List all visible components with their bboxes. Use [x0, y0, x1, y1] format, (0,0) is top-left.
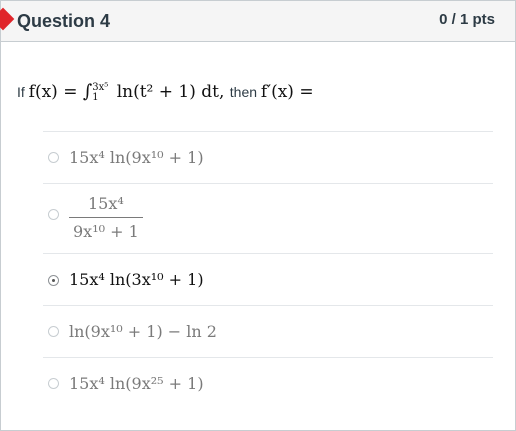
fraction-denominator: 9x¹⁰ + 1	[73, 222, 139, 241]
function-lhs: f(x) =	[28, 82, 78, 102]
answer-option-3[interactable]: 15x⁴ ln(3x¹⁰ + 1)	[43, 253, 493, 306]
question-middle: then	[229, 84, 258, 100]
question-prefix: If	[17, 84, 25, 100]
answer-radio[interactable]	[48, 209, 59, 220]
derivative-label: f′(x) =	[260, 82, 314, 102]
answer-text: ln(9x¹⁰ + 1) − ln 2	[69, 322, 217, 341]
question-header: Question 4 0 / 1 pts	[0, 1, 515, 42]
answer-option-1[interactable]: 15x⁴ ln(9x¹⁰ + 1)	[43, 131, 493, 184]
integrand: ln(t² + 1) dt,	[116, 82, 225, 102]
answer-text: 15x⁴ ln(3x¹⁰ + 1)	[69, 270, 204, 289]
fraction-numerator: 15x⁴	[69, 194, 143, 218]
answer-option-2[interactable]: 15x⁴ 9x¹⁰ + 1	[43, 183, 493, 254]
upper-limit: 3x⁵	[92, 81, 109, 93]
answer-radio[interactable]	[48, 326, 59, 337]
question-card: Question 4 0 / 1 pts If f(x) = ∫ 3x⁵ 1 ln(…	[0, 0, 516, 431]
question-math: f(x) = ∫ 3x⁵ 1 ln(t² + 1) dt,	[28, 81, 230, 103]
flag-icon[interactable]	[0, 7, 15, 31]
answer-text: 15x⁴ ln(9x²⁵ + 1)	[69, 374, 204, 393]
integral-limits: 3x⁵ 1	[92, 81, 109, 103]
question-title: Question 4	[17, 11, 111, 31]
answer-option-4[interactable]: ln(9x¹⁰ + 1) − ln 2	[43, 305, 493, 358]
question-text: If f(x) = ∫ 3x⁵ 1 ln(t² + 1) dt, then f′(x…	[17, 81, 314, 103]
lower-limit: 1	[92, 91, 99, 103]
answer-radio-selected[interactable]	[48, 275, 59, 286]
answer-fraction: 15x⁴ 9x¹⁰ + 1	[69, 194, 143, 241]
integral-sign-icon: ∫	[82, 81, 93, 102]
answer-radio[interactable]	[48, 378, 59, 389]
answer-radio[interactable]	[48, 152, 59, 163]
question-points: 0 / 1 pts	[439, 11, 495, 28]
answer-option-5[interactable]: 15x⁴ ln(9x²⁵ + 1)	[43, 357, 493, 410]
answer-text: 15x⁴ ln(9x¹⁰ + 1)	[69, 148, 204, 167]
